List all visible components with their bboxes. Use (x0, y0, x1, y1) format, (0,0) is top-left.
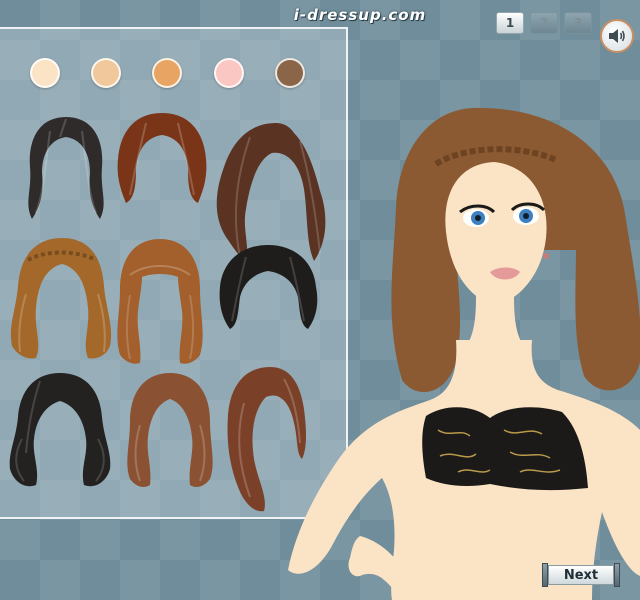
page-2-button[interactable]: 2 (530, 12, 558, 34)
hair-option-bangs-wavy-brown[interactable] (112, 235, 208, 367)
hair-option-long-wavy-black[interactable] (20, 111, 112, 223)
model-doll (288, 107, 640, 600)
model-neck (464, 296, 526, 350)
next-button-label: Next (548, 565, 614, 585)
page-1-button[interactable]: 1 (496, 12, 524, 34)
model-bandeau-top (422, 407, 588, 491)
hair-option-bob-auburn[interactable] (112, 109, 212, 207)
page-3-button[interactable]: 3 (564, 12, 592, 34)
skin-swatch-3[interactable] (152, 58, 182, 88)
hair-option-wavy-medium-brown[interactable] (122, 369, 218, 489)
site-logo[interactable]: i-dressup.com (268, 6, 452, 24)
page-selector: 1 2 3 (496, 12, 592, 34)
speaker-icon (609, 29, 625, 43)
next-button-right-cap (614, 563, 620, 587)
next-button[interactable]: Next (542, 563, 620, 587)
model-beauty-mark (543, 253, 549, 259)
hair-option-curly-black[interactable] (4, 369, 116, 491)
skin-swatch-2[interactable] (91, 58, 121, 88)
skin-swatch-5[interactable] (275, 58, 305, 88)
skin-swatch-4[interactable] (214, 58, 244, 88)
hair-option-braided-wavy-light-brown[interactable] (6, 234, 116, 362)
skin-swatch-1[interactable] (30, 58, 60, 88)
model-face (445, 162, 547, 306)
sound-toggle-button[interactable] (600, 19, 634, 53)
